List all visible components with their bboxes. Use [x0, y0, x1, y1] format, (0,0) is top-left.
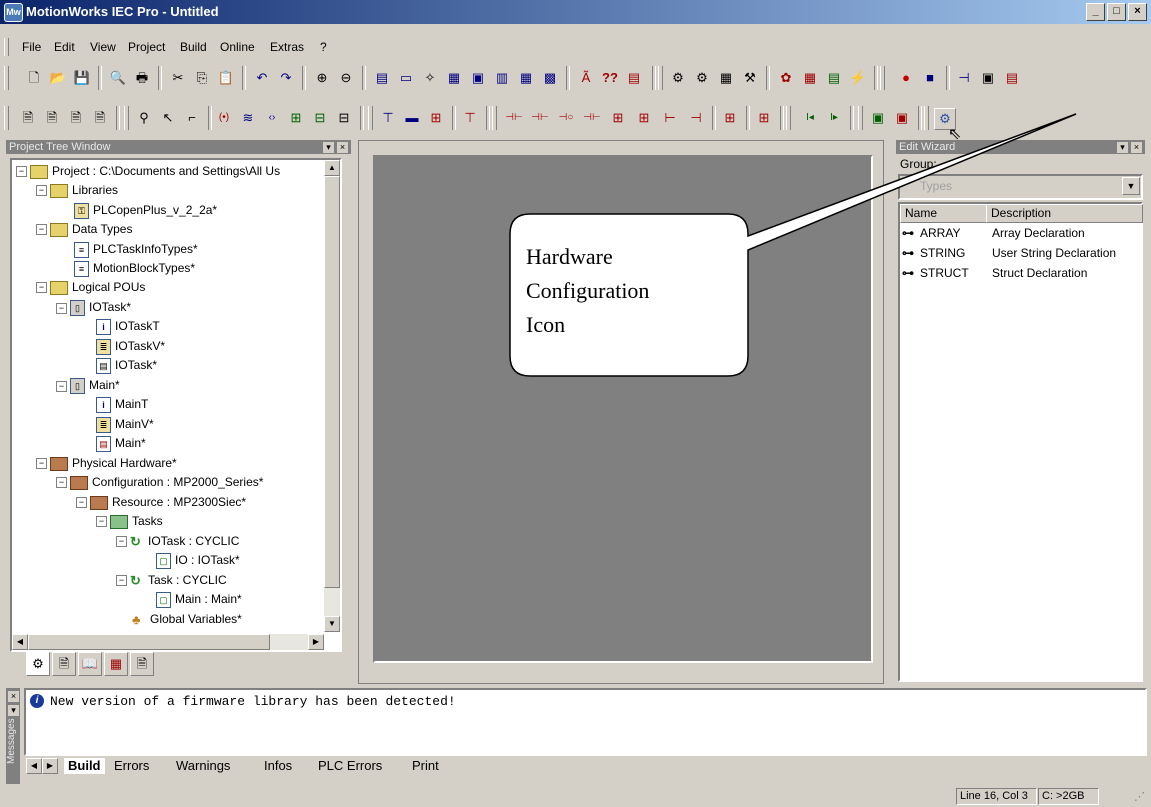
cursor-position: Line 16, Col 3 [956, 788, 1037, 805]
callout-text: Hardware Configuration Icon [526, 244, 650, 337]
info-icon: i [30, 694, 44, 708]
message-tabs: ◀ ▶ Build Errors Warnings Infos PLC Erro… [24, 756, 1143, 778]
callout-shape [509, 113, 1077, 377]
resize-grip-icon[interactable]: ⋰ [1134, 790, 1145, 803]
messages-sidebar: × ▾ Messages [6, 688, 20, 784]
close-pane-button[interactable]: × [7, 690, 20, 703]
tab-build[interactable]: Build [64, 758, 105, 774]
tab-errors[interactable]: Errors [110, 758, 153, 774]
message-text[interactable]: New version of a firmware library has be… [50, 694, 456, 709]
tab-infos[interactable]: Infos [260, 758, 296, 774]
disk-space: C: >2GB [1038, 788, 1099, 805]
tab-scroll-left-button[interactable]: ◀ [26, 758, 42, 774]
message-list[interactable]: i New version of a firmware library has … [24, 688, 1147, 756]
status-bar: Line 16, Col 3 C: >2GB ⋰ [0, 786, 1151, 807]
tab-warnings[interactable]: Warnings [172, 758, 234, 774]
messages-window: × ▾ Messages i New version of a firmware… [6, 688, 1147, 784]
messages-title: Messages [6, 718, 17, 764]
tab-scroll-right-button[interactable]: ▶ [42, 758, 58, 774]
pin-button[interactable]: ▾ [7, 704, 20, 717]
tab-plc-errors[interactable]: PLC Errors [314, 758, 386, 774]
tab-print[interactable]: Print [408, 758, 443, 774]
